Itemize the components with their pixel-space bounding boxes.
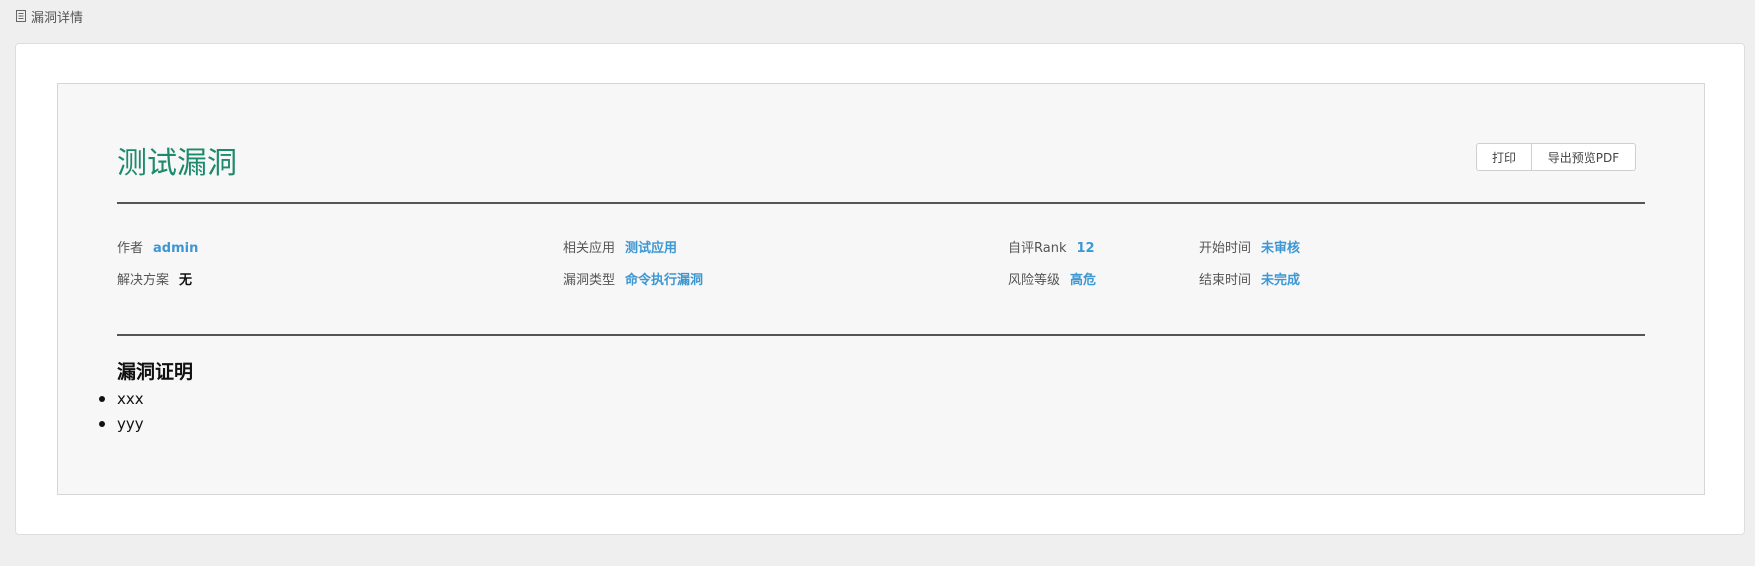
risk-value: 高危 [1070, 273, 1097, 288]
meta-solution: 解决方案无 [117, 271, 192, 291]
solution-value: 无 [179, 273, 193, 288]
meta-rank: 自评Rank 12 [1008, 239, 1095, 259]
bullet-icon [99, 396, 105, 402]
end-time-label: 结束时间 [1199, 273, 1252, 288]
proof-section-title: 漏洞证明 [117, 361, 194, 383]
proof-item-text: xxx [117, 390, 144, 408]
meta-divider [117, 334, 1645, 336]
solution-label: 解决方案 [117, 273, 170, 288]
title-divider [117, 202, 1645, 204]
meta-author: 作者 admin [117, 239, 198, 259]
print-button[interactable]: 打印 [1476, 143, 1532, 171]
rank-label: 自评Rank [1008, 241, 1067, 256]
author-value: admin [153, 241, 199, 256]
author-label: 作者 [117, 241, 144, 256]
page-breadcrumb: 漏洞详情 [16, 6, 83, 26]
meta-risk: 风险等级 高危 [1008, 271, 1096, 291]
vuln-title: 测试漏洞 [117, 146, 237, 181]
meta-app: 相关应用 测试应用 [563, 239, 677, 259]
action-button-group: 打印 导出预览PDF [1476, 143, 1636, 171]
app-label: 相关应用 [563, 241, 616, 256]
list-item: yyy [99, 413, 144, 438]
proof-list: xxx yyy [99, 388, 144, 438]
document-icon [16, 10, 26, 22]
page-title: 漏洞详情 [31, 10, 84, 26]
start-time-value: 未审核 [1261, 241, 1301, 256]
meta-end-time: 结束时间 未完成 [1199, 271, 1300, 291]
end-time-value: 未完成 [1261, 273, 1301, 288]
list-item: xxx [99, 388, 144, 413]
vuln-type-value: 命令执行漏洞 [625, 273, 704, 288]
vuln-detail-panel: 测试漏洞 打印 导出预览PDF 作者 admin 相关应用 测试应用 自评Rank 1… [57, 83, 1705, 495]
start-time-label: 开始时间 [1199, 241, 1252, 256]
meta-start-time: 开始时间 未审核 [1199, 239, 1300, 259]
risk-label: 风险等级 [1008, 273, 1061, 288]
proof-item-text: yyy [117, 415, 144, 433]
bullet-icon [99, 421, 105, 427]
meta-vuln-type: 漏洞类型 命令执行漏洞 [563, 271, 703, 291]
vuln-type-label: 漏洞类型 [563, 273, 616, 288]
rank-value: 12 [1076, 241, 1095, 256]
content-card: 测试漏洞 打印 导出预览PDF 作者 admin 相关应用 测试应用 自评Rank 1… [15, 43, 1745, 535]
export-pdf-button[interactable]: 导出预览PDF [1532, 143, 1636, 171]
app-value: 测试应用 [625, 241, 678, 256]
